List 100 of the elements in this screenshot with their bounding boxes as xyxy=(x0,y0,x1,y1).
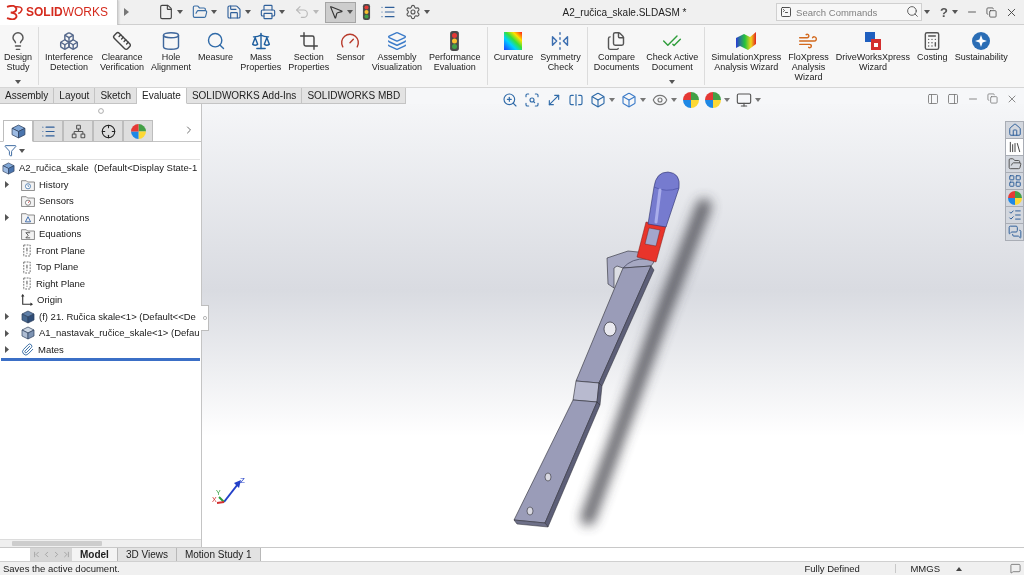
expand-arrow-icon[interactable] xyxy=(5,346,9,354)
ribbon-button[interactable]: Curvature xyxy=(490,30,537,86)
tree-item[interactable]: Top Plane xyxy=(5,259,79,276)
pin-dot-icon[interactable] xyxy=(97,108,104,114)
panel-tab[interactable] xyxy=(93,120,123,142)
caret-down-icon[interactable] xyxy=(755,98,762,102)
caret-down-icon[interactable] xyxy=(640,98,647,102)
view-toolbar-button[interactable] xyxy=(523,92,542,108)
expand-arrow-icon[interactable] xyxy=(5,329,9,337)
ribbon-button[interactable]: Measure xyxy=(195,30,237,86)
list-icon xyxy=(380,4,396,20)
restore-icon[interactable] xyxy=(986,6,997,18)
task-pane-tab[interactable] xyxy=(1005,138,1024,156)
restore-icon[interactable] xyxy=(987,93,998,104)
ribbon-button[interactable]: DriveWorksXpress Wizard xyxy=(832,30,914,86)
expand-arrow-icon[interactable] xyxy=(5,214,9,222)
tree-item[interactable]: (f) 21. Ručica skale<1> (Default<<De xyxy=(5,308,196,325)
task-pane-tab[interactable] xyxy=(1005,155,1024,173)
command-tab[interactable]: Evaluate xyxy=(136,88,187,104)
ribbon-button[interactable]: Mass Properties xyxy=(237,30,285,86)
close-icon[interactable] xyxy=(1006,93,1018,105)
command-tab[interactable]: SOLIDWORKS Add-Ins xyxy=(186,88,303,104)
scrollbar-thumb[interactable] xyxy=(12,541,102,546)
tree-item[interactable]: Sensors xyxy=(5,193,74,210)
caret-down-icon[interactable] xyxy=(15,80,21,84)
ribbon-button[interactable]: Symmetry Check xyxy=(537,30,584,86)
list-icon xyxy=(1007,208,1022,222)
expand-arrow-icon[interactable] xyxy=(5,181,9,189)
caret-down-icon[interactable] xyxy=(19,148,25,153)
command-tab[interactable]: Layout xyxy=(54,88,96,104)
toolbar-button[interactable] xyxy=(325,1,356,23)
search-field[interactable]: Search Commands xyxy=(776,3,923,21)
view-toolbar-button[interactable] xyxy=(620,92,648,108)
color-ball-icon xyxy=(705,92,722,108)
caret-down-icon[interactable] xyxy=(671,98,678,102)
expand-arrow-icon[interactable] xyxy=(5,313,9,321)
panel-right-icon[interactable] xyxy=(947,93,959,105)
view-toolbar-button[interactable] xyxy=(589,92,617,108)
panel-collapse-handle[interactable] xyxy=(201,305,209,331)
color-ball-icon xyxy=(683,92,700,108)
triangle-right-icon[interactable] xyxy=(124,8,129,16)
help-button[interactable]: ? xyxy=(940,5,948,19)
bottom-tab[interactable]: 3D Views xyxy=(117,548,177,561)
caret-down-icon[interactable] xyxy=(347,10,353,14)
units-button[interactable]: MMGS xyxy=(910,563,962,574)
ribbon-button[interactable]: Sustainability xyxy=(951,30,1011,86)
command-tab[interactable]: SOLIDWORKS MBD xyxy=(302,88,407,104)
filter-icon[interactable] xyxy=(4,144,17,157)
ribbon-button[interactable]: Check Active Document xyxy=(643,30,702,86)
view-toolbar-button[interactable] xyxy=(735,92,763,108)
ribbon-button[interactable]: Section Properties xyxy=(285,30,333,86)
task-pane-tab[interactable] xyxy=(1005,223,1024,241)
ribbon-button[interactable]: Compare Documents xyxy=(590,30,643,86)
ribbon-button[interactable]: Performance Evaluation xyxy=(426,30,484,86)
tree-item[interactable]: Equations xyxy=(5,226,82,243)
documents-icon xyxy=(606,30,627,51)
panel-left-icon[interactable] xyxy=(927,93,939,105)
task-pane-tab[interactable] xyxy=(1005,189,1024,207)
view-toolbar-button[interactable] xyxy=(682,92,701,108)
ribbon-button[interactable]: Clearance Verification xyxy=(97,30,148,86)
ribbon-button[interactable]: Design Study xyxy=(1,30,35,86)
search-icon[interactable] xyxy=(906,5,920,18)
caret-down-icon[interactable] xyxy=(609,98,616,102)
view-toolbar-button[interactable] xyxy=(567,92,586,108)
caret-up-icon[interactable] xyxy=(956,566,962,571)
view-toolbar-button[interactable] xyxy=(651,92,679,108)
view-toolbar-button[interactable] xyxy=(704,92,732,108)
tree-item[interactable]: History xyxy=(5,176,69,193)
caret-down-icon[interactable] xyxy=(724,98,731,102)
ribbon-button[interactable]: Sensor xyxy=(333,30,368,86)
command-tab[interactable]: Sketch xyxy=(95,88,137,104)
ribbon-button[interactable]: Costing xyxy=(914,30,951,86)
bottom-tab[interactable]: Model xyxy=(72,548,118,561)
caret-down-icon[interactable] xyxy=(952,10,958,14)
tree-item[interactable]: Right Plane xyxy=(5,275,86,292)
ribbon-button[interactable]: Interference Detection xyxy=(42,30,97,86)
tree-item[interactable]: A2_ručica_skale (Default<Display State-1 xyxy=(2,160,198,177)
caret-down-icon[interactable] xyxy=(669,80,676,84)
cube-icon xyxy=(590,92,607,108)
tree-item[interactable]: A1_nastavak_ručice_skale<1> (Defau xyxy=(5,325,200,342)
caret-down-icon[interactable] xyxy=(177,10,183,14)
caret-down-icon[interactable] xyxy=(424,10,430,14)
chat-icon[interactable] xyxy=(1010,563,1021,574)
caret-down-icon[interactable] xyxy=(279,10,285,14)
tree-item[interactable]: Annotations xyxy=(5,209,90,226)
task-pane-tab[interactable] xyxy=(1005,172,1024,190)
task-pane-tab[interactable] xyxy=(1005,121,1024,139)
bottom-tab[interactable]: Motion Study 1 xyxy=(176,548,261,561)
tree-item[interactable]: Front Plane xyxy=(5,242,86,259)
panel-tab[interactable] xyxy=(3,120,33,142)
caret-down-icon[interactable] xyxy=(211,10,217,14)
command-tab[interactable]: Assembly xyxy=(0,88,55,104)
ribbon-button[interactable]: FloXpress Analysis Wizard xyxy=(785,30,832,86)
ribbon-button[interactable]: SimulationXpress Analysis Wizard xyxy=(708,30,785,86)
tree-item[interactable]: Origin xyxy=(5,292,63,309)
tree-item[interactable]: Mates xyxy=(5,341,64,358)
ribbon-button[interactable]: Assembly Visualization xyxy=(368,30,426,86)
caret-down-icon[interactable] xyxy=(245,10,251,14)
ribbon-button[interactable]: Hole Alignment xyxy=(148,30,195,86)
caret-down-icon[interactable] xyxy=(924,10,931,14)
